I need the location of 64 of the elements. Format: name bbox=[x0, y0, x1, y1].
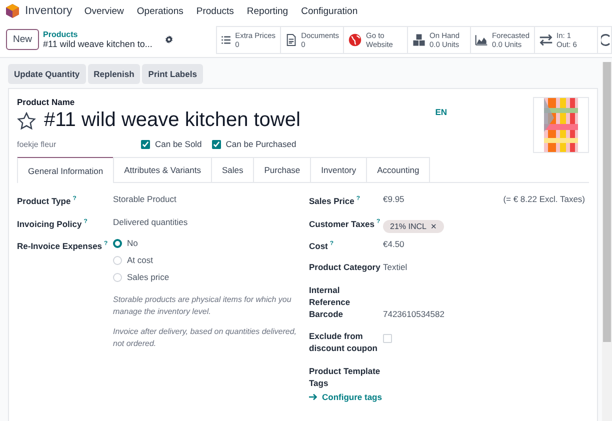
record-title: #11 wild weave kitchen to... bbox=[43, 39, 154, 49]
field-label: Invoicing Policy $^{?}$ bbox=[17, 218, 88, 230]
help-mark[interactable]: ? bbox=[84, 218, 88, 225]
radio-button[interactable] bbox=[113, 238, 122, 248]
radio-option[interactable]: Sales price bbox=[113, 272, 309, 282]
field-label: Product Type $^{?}$ bbox=[17, 194, 78, 207]
menu-item[interactable]: Configuration bbox=[301, 6, 358, 16]
field-label: Product Template Tags bbox=[309, 365, 381, 390]
field-label: Product Category bbox=[309, 261, 381, 274]
settings-icon[interactable] bbox=[164, 35, 173, 44]
help-mark[interactable]: ? bbox=[330, 241, 334, 248]
help-mark[interactable]: ? bbox=[356, 196, 360, 202]
checkbox[interactable] bbox=[141, 140, 150, 148]
radio-option[interactable]: At cost bbox=[113, 255, 309, 266]
menu-item[interactable]: Operations bbox=[136, 6, 184, 16]
tab[interactable]: General Information bbox=[17, 157, 114, 183]
menu-item[interactable]: Products bbox=[196, 6, 234, 16]
field-value[interactable]: €4.50 bbox=[383, 238, 404, 250]
globe-icon bbox=[348, 32, 362, 46]
field-label: Cost $^{?}$ bbox=[309, 240, 335, 252]
app-name[interactable]: Inventory bbox=[25, 5, 72, 17]
menu-item[interactable]: Overview bbox=[84, 6, 124, 16]
arrow-right-icon bbox=[309, 393, 318, 402]
star-icon[interactable] bbox=[17, 112, 36, 130]
language-button[interactable]: EN bbox=[435, 107, 447, 153]
field-label: Internal Reference bbox=[309, 284, 352, 308]
scrollbar[interactable] bbox=[602, 62, 612, 421]
checkbox-option[interactable]: Can be Sold bbox=[141, 139, 202, 149]
checkbox[interactable] bbox=[212, 140, 221, 148]
help-mark[interactable]: ? bbox=[104, 241, 108, 248]
help-note: Storable products are physical items for which you manage the inventory level. bbox=[113, 294, 292, 318]
app-logo-icon[interactable] bbox=[6, 4, 19, 18]
configure-tags-link[interactable]: Configure tags bbox=[309, 392, 585, 402]
company-name: foekje fleur bbox=[17, 140, 58, 148]
refresh-icon[interactable] bbox=[601, 32, 611, 46]
tab[interactable]: Accounting bbox=[366, 157, 430, 182]
cubes-icon bbox=[412, 32, 426, 46]
field-label: Exclude from discount coupon bbox=[309, 330, 378, 354]
help-mark[interactable]: ? bbox=[72, 196, 76, 202]
radio-option[interactable]: No bbox=[113, 238, 309, 248]
field-label: Product Name bbox=[17, 97, 76, 107]
field-value[interactable]: Delivered quantities bbox=[113, 216, 309, 228]
field-value[interactable]: Storable Product bbox=[113, 193, 309, 205]
field-value[interactable]: €9.95 bbox=[383, 193, 404, 205]
product-name[interactable]: #11 wild weave kitchen towel bbox=[44, 109, 300, 132]
action-button[interactable]: Replenish bbox=[88, 64, 140, 84]
action-button[interactable]: Print Labels bbox=[142, 64, 203, 84]
menu-item[interactable]: Reporting bbox=[246, 6, 288, 16]
field-value[interactable]: 7423610534582 bbox=[383, 308, 444, 320]
breadcrumb-link[interactable]: Products bbox=[43, 30, 164, 39]
field-value[interactable]: Textiel bbox=[383, 261, 408, 274]
field-label: Sales Price $^{?}$ bbox=[309, 194, 362, 207]
help-mark[interactable]: ? bbox=[376, 218, 380, 225]
action-button[interactable]: Update Quantity bbox=[8, 64, 86, 84]
checkbox-option[interactable]: Can be Purchased bbox=[212, 139, 296, 149]
field-label: Re-Invoice Expenses $^{?}$ bbox=[17, 240, 109, 252]
area-chart-icon bbox=[475, 32, 488, 46]
field-label: Customer Taxes $^{?}$ bbox=[309, 218, 381, 230]
field-label: Barcode bbox=[309, 308, 344, 320]
help-note: Invoice after delivery, based on quantities delivered, not ordered. bbox=[113, 326, 298, 350]
transfer-icon bbox=[538, 32, 552, 46]
field-value: (= € 8.22 Excl. Taxes) bbox=[503, 193, 585, 205]
new-button[interactable]: New bbox=[6, 29, 40, 50]
document-icon bbox=[284, 32, 298, 46]
